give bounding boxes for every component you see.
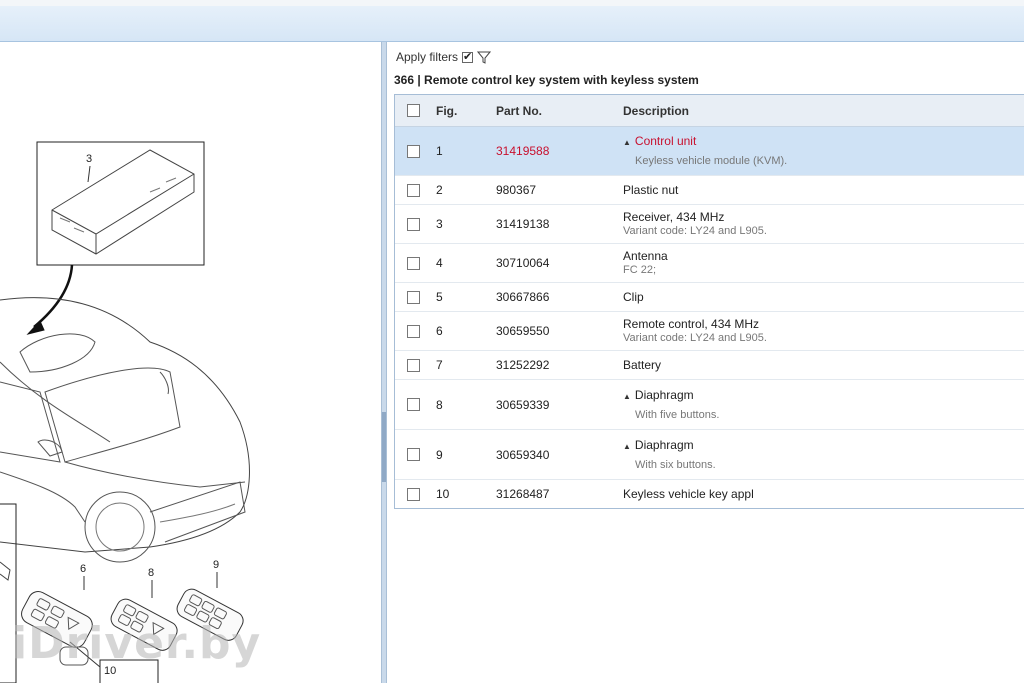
table-header: Fig. Part No. Description: [395, 95, 1024, 127]
window-toolbar: [0, 0, 1024, 42]
row-part-no[interactable]: 30659550: [496, 324, 623, 338]
watermark: iDriver.by: [12, 618, 262, 669]
table-row[interactable]: 5 30667866 Clip: [395, 283, 1024, 312]
row-part-no[interactable]: 30659339: [496, 398, 623, 412]
callout-3: 3: [86, 153, 92, 165]
row-checkbox[interactable]: [407, 183, 420, 197]
row-fig: 5: [436, 290, 443, 304]
row-checkbox[interactable]: [407, 256, 420, 270]
row-description: Keyless vehicle key appl: [623, 487, 754, 501]
select-all-checkbox[interactable]: [407, 104, 420, 117]
callout-9: 9: [213, 559, 219, 571]
row-description: Remote control, 434 MHz: [623, 317, 760, 331]
row-description: Battery: [623, 358, 662, 372]
row-description: Plastic nut: [623, 183, 679, 197]
row-checkbox[interactable]: [407, 398, 420, 411]
row-fig: 10: [436, 487, 450, 501]
row-part-no[interactable]: 30710064: [496, 256, 623, 270]
row-description: Antenna: [623, 249, 668, 263]
row-fig: 3: [436, 217, 443, 231]
table-row[interactable]: 10 31268487 Keyless vehicle key appl: [395, 480, 1024, 508]
row-description: Control unit: [634, 134, 697, 148]
row-fig: 1: [436, 144, 443, 158]
row-description: Receiver, 434 MHz: [623, 210, 725, 224]
parts-diagram: 3 6 8 9 10: [0, 141, 250, 683]
triangle-down-icon[interactable]: ▲: [623, 442, 631, 451]
table-row[interactable]: 1 31419588 ▲ Control unit Keyless vehicle…: [395, 127, 1024, 176]
row-part-no[interactable]: 30659340: [496, 448, 623, 462]
row-checkbox[interactable]: [407, 487, 420, 501]
row-subtext: Keyless vehicle module (KVM).: [635, 155, 788, 167]
row-part-no[interactable]: 980367: [496, 183, 623, 197]
header-fig[interactable]: Fig.: [432, 104, 496, 118]
row-subtext: FC 22;: [623, 264, 657, 276]
row-part-no[interactable]: 31268487: [496, 487, 623, 501]
row-part-no[interactable]: 31252292: [496, 358, 623, 372]
table-row[interactable]: 6 30659550 Remote control, 434 MHz Varia…: [395, 312, 1024, 351]
table-row[interactable]: 4 30710064 Antenna FC 22;: [395, 244, 1024, 283]
parts-list-pane: Apply filters 366 | Remote control key s…: [387, 42, 1024, 683]
row-description: Diaphragm: [634, 437, 694, 452]
row-subtext: Variant code: LY24 and L905.: [623, 225, 767, 237]
callout-8: 8: [148, 567, 154, 579]
row-subtext: With six buttons.: [635, 458, 716, 471]
row-fig: 2: [436, 183, 443, 197]
parts-diagram-pane: 3 6 8 9 10: [0, 42, 381, 683]
triangle-down-icon[interactable]: ▲: [623, 138, 631, 147]
row-part-no[interactable]: 30667866: [496, 290, 623, 304]
table-row[interactable]: 8 30659339 ▲ Diaphragm With five buttons.: [395, 380, 1024, 430]
row-checkbox[interactable]: [407, 358, 420, 372]
group-title: 366 | Remote control key system with key…: [394, 73, 699, 87]
table-row[interactable]: 7 31252292 Battery: [395, 351, 1024, 380]
row-description: Clip: [623, 290, 644, 304]
row-fig: 8: [436, 397, 443, 412]
parts-table: Fig. Part No. Description 1 31419588 ▲ Co…: [394, 94, 1024, 509]
row-checkbox[interactable]: [407, 448, 420, 461]
row-part-no[interactable]: 31419138: [496, 217, 623, 231]
header-part-no[interactable]: Part No.: [496, 104, 623, 118]
apply-filters-checkbox[interactable]: [462, 50, 474, 63]
callout-6: 6: [80, 563, 86, 575]
table-row[interactable]: 9 30659340 ▲ Diaphragm With six buttons.: [395, 430, 1024, 480]
row-checkbox[interactable]: [407, 217, 420, 231]
row-checkbox[interactable]: [407, 290, 420, 304]
header-description[interactable]: Description: [623, 104, 1024, 118]
row-fig: 7: [436, 358, 443, 372]
row-checkbox[interactable]: [407, 144, 420, 158]
row-fig: 9: [436, 447, 443, 462]
row-fig: 6: [436, 324, 443, 338]
row-checkbox[interactable]: [407, 324, 420, 338]
apply-filters: Apply filters: [396, 50, 492, 64]
table-row[interactable]: 3 31419138 Receiver, 434 MHz Variant cod…: [395, 205, 1024, 244]
triangle-down-icon[interactable]: ▲: [623, 392, 631, 401]
apply-filters-label: Apply filters: [396, 50, 459, 64]
row-subtext: With five buttons.: [635, 408, 720, 421]
row-subtext: Variant code: LY24 and L905.: [623, 332, 767, 344]
row-part-no[interactable]: 31419588: [496, 144, 623, 158]
table-row[interactable]: 2 980367 Plastic nut: [395, 176, 1024, 205]
row-fig: 4: [436, 256, 443, 270]
splitter-handle[interactable]: [382, 412, 386, 482]
row-description: Diaphragm: [634, 387, 694, 402]
funnel-icon[interactable]: [477, 50, 492, 64]
